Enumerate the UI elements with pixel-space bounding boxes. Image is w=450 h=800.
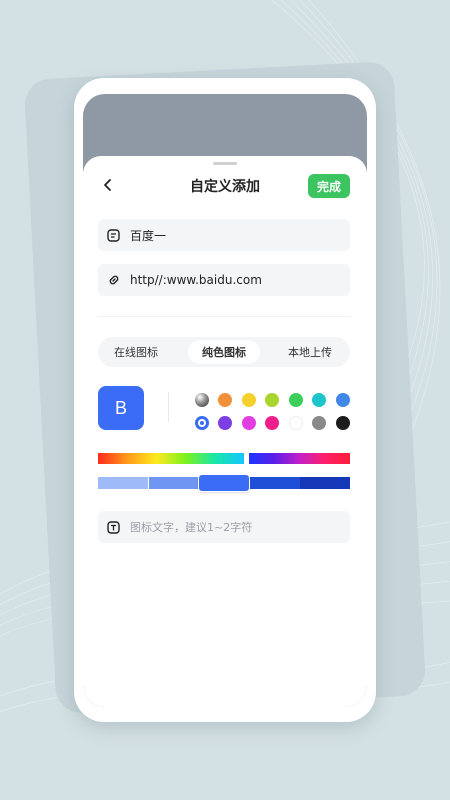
hue-slider-left[interactable]	[98, 453, 244, 464]
color-swatch-pink[interactable]	[265, 416, 279, 430]
color-swatch-magenta[interactable]	[242, 416, 256, 430]
color-swatch-white[interactable]	[289, 416, 303, 430]
shade-darkest[interactable]	[300, 477, 350, 489]
shade-lightest[interactable]	[98, 477, 148, 489]
icon-preview: B	[98, 386, 144, 430]
tab-online-icon[interactable]: 在线图标	[100, 340, 172, 364]
done-button[interactable]: 完成	[308, 174, 350, 198]
shade-light[interactable]	[149, 477, 199, 489]
color-swatch-cyan[interactable]	[312, 393, 326, 407]
icon-text-input[interactable]: 图标文字，建议1~2字符	[130, 519, 252, 535]
shade-dark[interactable]	[250, 477, 300, 489]
name-input[interactable]: 百度一	[130, 227, 166, 244]
link-icon	[107, 273, 121, 287]
preview-divider	[168, 392, 169, 422]
phone-screen: 自定义添加 完成 百度一 http//:www.baidu.com 在线图标 纯…	[83, 94, 367, 707]
hue-slider-right[interactable]	[249, 453, 350, 464]
tab-local-upload[interactable]: 本地上传	[274, 340, 346, 364]
color-swatch-royal-blue-selected[interactable]	[195, 416, 209, 430]
color-swatch-orange[interactable]	[218, 393, 232, 407]
shade-selected[interactable]	[199, 475, 249, 491]
text-icon	[107, 520, 121, 534]
url-field[interactable]: http//:www.baidu.com	[98, 264, 350, 296]
color-swatch-gray[interactable]	[312, 416, 326, 430]
sheet-handle[interactable]	[213, 162, 237, 165]
color-swatch-black-gradient[interactable]	[195, 393, 209, 407]
color-swatch-black[interactable]	[336, 416, 350, 430]
name-field-icon	[107, 228, 121, 242]
icon-text-field[interactable]: 图标文字，建议1~2字符	[98, 511, 350, 543]
tab-solid-color-icon[interactable]: 纯色图标	[188, 340, 260, 364]
color-swatch-yellow[interactable]	[242, 393, 256, 407]
color-swatch-purple[interactable]	[218, 416, 232, 430]
color-swatch-green[interactable]	[289, 393, 303, 407]
add-custom-sheet: 自定义添加 完成 百度一 http//:www.baidu.com 在线图标 纯…	[83, 156, 367, 707]
url-input[interactable]: http//:www.baidu.com	[130, 273, 262, 287]
section-divider	[98, 316, 350, 317]
color-swatch-blue[interactable]	[336, 393, 350, 407]
phone-frame: 自定义添加 完成 百度一 http//:www.baidu.com 在线图标 纯…	[74, 78, 376, 722]
color-swatch-lime[interactable]	[265, 393, 279, 407]
name-field[interactable]: 百度一	[98, 219, 350, 251]
icon-type-tabs: 在线图标 纯色图标 本地上传	[98, 337, 350, 367]
